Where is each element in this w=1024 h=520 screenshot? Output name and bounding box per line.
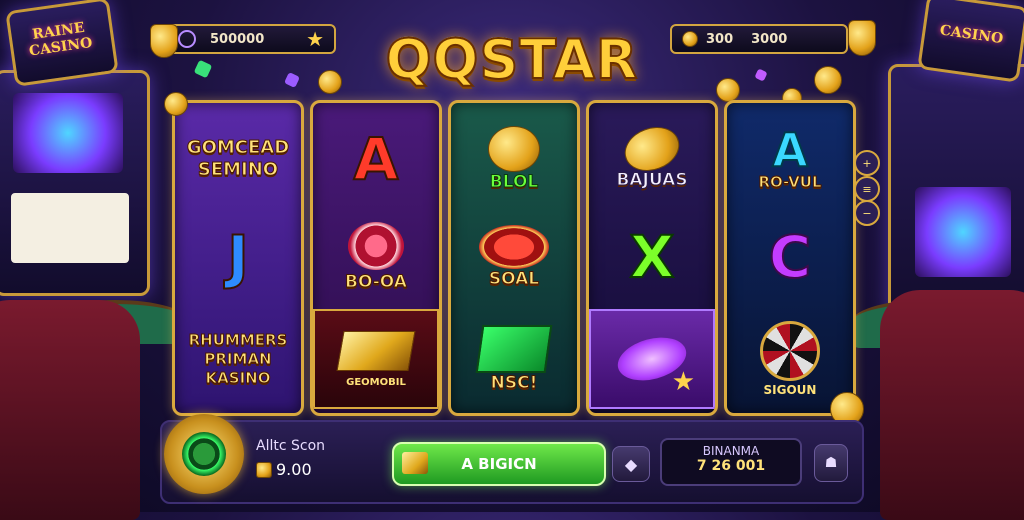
symbol-letter: C [768, 223, 813, 291]
reel-4-cell-3: ★ [589, 309, 715, 409]
reel-4-cell-2: X [589, 207, 715, 307]
reel-5: A RO-VUL C SIGOUN [724, 100, 856, 416]
top-left-currency-bar: 500000 ★ [166, 24, 336, 54]
bg-sign-left: RAINE CASINO [5, 0, 119, 87]
secondary-value: 300 [706, 31, 734, 47]
reel-5-cell-2: C [727, 207, 853, 307]
balance-label: BINANMA [702, 444, 760, 458]
floating-gem-icon [284, 72, 300, 88]
bg-machine-reels [11, 193, 129, 263]
symbol-text: RHUMMERS PRIMAN KASINO [188, 330, 288, 387]
game-title: QQSTAR [385, 27, 639, 92]
settings-button[interactable]: ☗ [814, 444, 848, 482]
reel-2-cell-2: BO-OA [313, 207, 439, 307]
balance-display: BINANMA 7 26 001 [660, 438, 802, 486]
symbol-text: GOMCEAD SEMINO [186, 137, 290, 181]
bg-chair-left [0, 300, 140, 520]
shield-ornament-icon [848, 20, 876, 56]
bg-slot-machine-left [0, 70, 150, 296]
chip-icon [348, 222, 404, 270]
people-icon: ☗ [824, 455, 838, 471]
symbol-letter: J [226, 223, 250, 291]
symbol-label: BAJUAS [616, 170, 688, 191]
auto-play-button[interactable]: ◆ [612, 446, 650, 482]
cash-icon [475, 325, 553, 373]
reel-5-cell-1: A RO-VUL [727, 109, 853, 209]
symbol-label: SOAL [488, 269, 540, 290]
reel-2: A BO-OA GEOMOBIL [310, 100, 442, 416]
roulette-icon [760, 321, 820, 381]
symbol-letter: A [353, 125, 400, 193]
reel-4-cell-1: BAJUAS [589, 109, 715, 209]
bg-machine-screen [13, 93, 123, 173]
reel-3-cell-2: SOAL [451, 207, 577, 307]
floating-gem-icon [754, 68, 768, 82]
reel-3-cell-1: BLOL [451, 109, 577, 209]
reel-5-cell-3: SIGOUN [727, 309, 853, 409]
spin-button[interactable]: A BIGICN [392, 442, 606, 486]
primary-value: 3000 [751, 31, 788, 47]
symbol-label: SIGOUN [763, 383, 817, 397]
chevron-down-icon: ◆ [624, 454, 638, 474]
star-icon[interactable]: ★ [306, 27, 324, 51]
level-badge[interactable] [164, 414, 244, 494]
coin-icon [488, 126, 540, 172]
reel-3-cell-3: NSC! [451, 309, 577, 409]
chip-icon [178, 30, 196, 48]
star-icon: ★ [671, 367, 695, 397]
symbol-label: GEOMOBIL [346, 376, 406, 388]
side-button-menu[interactable]: ≡ [854, 176, 880, 202]
reel-3: BLOL SOAL NSC! [448, 100, 580, 416]
bg-sign-right-text: CASINO [938, 22, 1005, 48]
chip-icon [479, 225, 549, 269]
spin-button-label: A BIGICN [461, 455, 537, 473]
floating-coin-icon [814, 66, 842, 94]
symbol-label: BO-OA [345, 272, 408, 293]
top-right-currency-bar: 300 3000 [670, 24, 848, 54]
symbol-letter: A [771, 123, 809, 177]
reel-1: GOMCEAD SEMINO J RHUMMERS PRIMAN KASINO [172, 100, 304, 416]
bet-value: 9.00 [276, 460, 312, 479]
balance-value: 7 26 001 [696, 458, 766, 474]
magnifier-icon [182, 432, 226, 476]
symbol-label: BLOL [489, 172, 539, 193]
bg-slot-machine-right [888, 64, 1024, 320]
bg-sign-left-text: RAINE CASINO [28, 19, 94, 60]
symbol-letter: X [629, 223, 676, 291]
coin-icon [256, 462, 272, 478]
side-button-minus[interactable]: − [854, 200, 880, 226]
corner-ornament-icon [164, 92, 188, 116]
bg-chair-right [880, 290, 1024, 520]
reel-2-cell-3: GEOMOBIL [313, 309, 439, 409]
symbol-label: NSC! [490, 373, 538, 394]
symbol-label: RO-VUL [758, 173, 822, 192]
floating-coin-icon [716, 78, 740, 102]
reel-grid: GOMCEAD SEMINO J RHUMMERS PRIMAN KASINO … [172, 100, 856, 416]
bg-sign-right: CASINO [917, 0, 1024, 83]
shield-ornament-icon [150, 24, 178, 58]
reel-1-cell-2: J [175, 207, 301, 307]
side-button-plus[interactable]: + [854, 150, 880, 176]
reel-4: BAJUAS X ★ [586, 100, 718, 416]
bet-label: Alltc Scon [256, 438, 326, 454]
bg-machine-screen [915, 187, 1011, 277]
floating-gem-icon [193, 59, 213, 79]
reel-1-cell-1: GOMCEAD SEMINO [175, 109, 301, 209]
gold-bar-icon [336, 330, 416, 371]
currency-value: 500000 [210, 31, 265, 47]
gold-bar-icon [402, 452, 428, 474]
floating-coin-icon [318, 70, 342, 94]
coin-icon [682, 31, 698, 47]
reel-1-cell-3: RHUMMERS PRIMAN KASINO [175, 309, 301, 409]
reel-2-cell-1: A [313, 109, 439, 209]
